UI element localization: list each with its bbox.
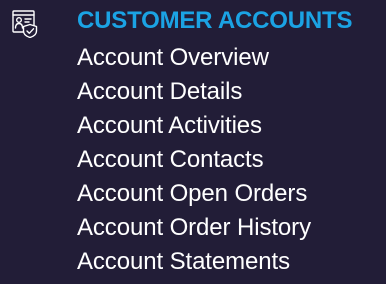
menu-item-account-contacts[interactable]: Account Contacts: [77, 143, 311, 177]
account-links-list: Account Overview Account Details Account…: [77, 41, 311, 279]
menu-item-account-statements[interactable]: Account Statements: [77, 245, 311, 279]
menu-item-account-activities[interactable]: Account Activities: [77, 109, 311, 143]
menu-item-account-order-history[interactable]: Account Order History: [77, 211, 311, 245]
account-card-shield-icon: [12, 10, 38, 38]
menu-item-account-open-orders[interactable]: Account Open Orders: [77, 177, 311, 211]
customer-accounts-menu: CUSTOMER ACCOUNTS Account Overview Accou…: [0, 0, 386, 284]
section-title[interactable]: CUSTOMER ACCOUNTS: [77, 6, 352, 36]
menu-item-account-details[interactable]: Account Details: [77, 75, 311, 109]
menu-item-account-overview[interactable]: Account Overview: [77, 41, 311, 75]
